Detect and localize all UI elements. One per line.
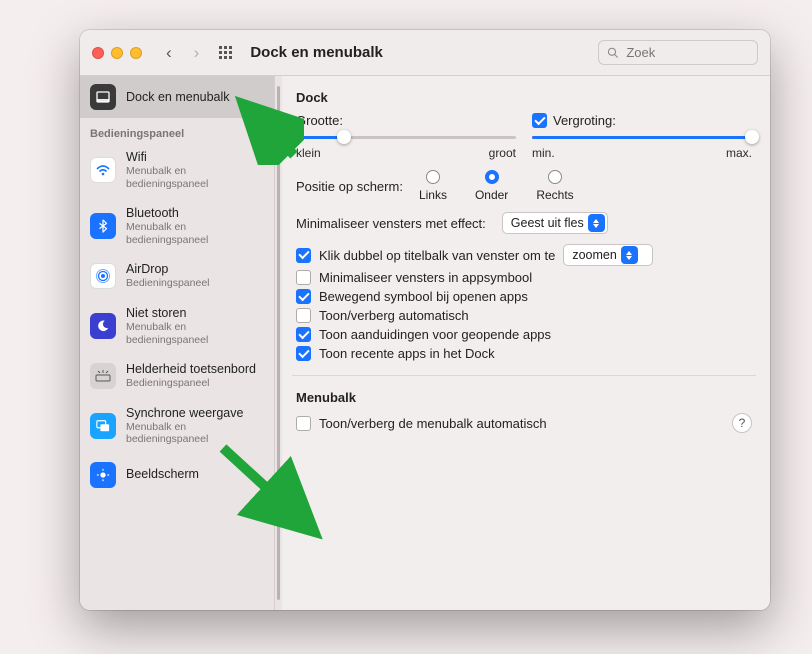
window-controls bbox=[92, 47, 142, 59]
forward-button[interactable]: › bbox=[188, 41, 206, 65]
search-field[interactable] bbox=[598, 40, 758, 65]
autohide-dock-checkbox[interactable] bbox=[296, 308, 311, 323]
size-slider[interactable] bbox=[296, 130, 516, 144]
sidebar-item-label: AirDrop bbox=[126, 262, 210, 277]
position-label: Positie op scherm: bbox=[296, 179, 403, 194]
sidebar-item-dnd[interactable]: Niet storen Menubalk en bedieningspaneel bbox=[80, 298, 274, 354]
content-area: Dock en menubalk Bedieningspaneel Wifi M… bbox=[80, 76, 770, 610]
section-divider bbox=[292, 375, 756, 376]
sidebar-item-keyboard-brightness[interactable]: Helderheid toetsenbord Bedieningspaneel bbox=[80, 354, 274, 398]
size-min-label: klein bbox=[296, 146, 321, 160]
sidebar-item-label: Wifi bbox=[126, 150, 264, 165]
radio-label: Links bbox=[419, 188, 447, 202]
magnification-label: Vergroting: bbox=[553, 113, 616, 128]
zoom-icon[interactable] bbox=[130, 47, 142, 59]
sidebar-item-label: Helderheid toetsenbord bbox=[126, 362, 256, 377]
search-icon bbox=[607, 46, 618, 59]
chevron-updown-icon bbox=[588, 214, 605, 232]
sidebar-item-sub: Bedieningspaneel bbox=[126, 377, 256, 390]
sidebar-item-label: Bluetooth bbox=[126, 206, 264, 221]
main-panel: Dock Grootte: klein groot Vergroting: bbox=[282, 76, 770, 610]
position-radio-right[interactable]: Rechts bbox=[536, 170, 573, 202]
back-button[interactable]: ‹ bbox=[160, 41, 178, 65]
moon-icon bbox=[90, 313, 116, 339]
autohide-menubar-checkbox[interactable] bbox=[296, 416, 311, 431]
display-icon bbox=[90, 462, 116, 488]
sidebar-item-sub: Menubalk en bedieningspaneel bbox=[126, 321, 264, 346]
sidebar-section-header: Bedieningspaneel bbox=[80, 118, 274, 142]
checkbox-label: Toon/verberg de menubalk automatisch bbox=[319, 416, 547, 431]
radio-label: Onder bbox=[475, 188, 508, 202]
sidebar[interactable]: Dock en menubalk Bedieningspaneel Wifi M… bbox=[80, 76, 275, 610]
minimize-icon[interactable] bbox=[111, 47, 123, 59]
mag-min-label: min. bbox=[532, 146, 555, 160]
magnification-checkbox[interactable] bbox=[532, 113, 547, 128]
checkbox-label: Bewegend symbool bij openen apps bbox=[319, 289, 528, 304]
sidebar-item-bluetooth[interactable]: Bluetooth Menubalk en bedieningspaneel bbox=[80, 198, 274, 254]
doubleclick-select[interactable]: zoomen bbox=[563, 244, 653, 266]
chevron-updown-icon bbox=[621, 246, 638, 264]
screen-mirroring-icon bbox=[90, 413, 116, 439]
menubar-section-title: Menubalk bbox=[296, 390, 752, 405]
bluetooth-icon bbox=[90, 213, 116, 239]
position-radio-bottom[interactable]: Onder bbox=[475, 170, 508, 202]
mag-max-label: max. bbox=[726, 146, 752, 160]
scrollbar[interactable] bbox=[275, 76, 282, 610]
show-all-icon[interactable] bbox=[215, 42, 236, 63]
select-value: Geest uit fles bbox=[511, 216, 584, 230]
animate-opening-checkbox[interactable] bbox=[296, 289, 311, 304]
sidebar-item-label: Niet storen bbox=[126, 306, 264, 321]
airdrop-icon bbox=[90, 263, 116, 289]
sidebar-item-sub: Menubalk en bedieningspaneel bbox=[126, 165, 264, 190]
minimize-effect-label: Minimaliseer vensters met effect: bbox=[296, 216, 486, 231]
minimize-into-app-checkbox[interactable] bbox=[296, 270, 311, 285]
show-indicators-checkbox[interactable] bbox=[296, 327, 311, 342]
doubleclick-checkbox[interactable] bbox=[296, 248, 311, 263]
title-bar: ‹ › Dock en menubalk bbox=[80, 30, 770, 76]
magnification-slider[interactable] bbox=[532, 130, 752, 144]
checkbox-label: Toon aanduidingen voor geopende apps bbox=[319, 327, 551, 342]
sidebar-item-label: Dock en menubalk bbox=[126, 90, 230, 105]
sidebar-item-airdrop[interactable]: AirDrop Bedieningspaneel bbox=[80, 254, 274, 298]
checkbox-label: Toon recente apps in het Dock bbox=[319, 346, 495, 361]
wifi-icon bbox=[90, 157, 116, 183]
position-radio-left[interactable]: Links bbox=[419, 170, 447, 202]
sidebar-item-sub: Bedieningspaneel bbox=[126, 277, 210, 290]
close-icon[interactable] bbox=[92, 47, 104, 59]
magnification-slider-block: Vergroting: min. max. bbox=[532, 113, 752, 160]
sidebar-item-label: Beeldscherm bbox=[126, 467, 199, 482]
sidebar-item-label: Synchrone weergave bbox=[126, 406, 264, 421]
dock-icon bbox=[90, 84, 116, 110]
preferences-window: ‹ › Dock en menubalk Dock en menubalk Be… bbox=[80, 30, 770, 610]
sidebar-item-dock-menubar[interactable]: Dock en menubalk bbox=[80, 76, 274, 118]
radio-label: Rechts bbox=[536, 188, 573, 202]
size-max-label: groot bbox=[489, 146, 516, 160]
help-button[interactable]: ? bbox=[732, 413, 752, 433]
sidebar-item-screen-mirroring[interactable]: Synchrone weergave Menubalk en bediening… bbox=[80, 398, 274, 454]
show-recent-apps-checkbox[interactable] bbox=[296, 346, 311, 361]
doubleclick-label: Klik dubbel op titelbalk van venster om … bbox=[319, 248, 555, 263]
dock-section-title: Dock bbox=[296, 90, 752, 105]
sidebar-item-wifi[interactable]: Wifi Menubalk en bedieningspaneel bbox=[80, 142, 274, 198]
window-title: Dock en menubalk bbox=[250, 44, 588, 61]
keyboard-brightness-icon bbox=[90, 363, 116, 389]
size-label: Grootte: bbox=[296, 113, 343, 128]
position-radio-group: Links Onder Rechts bbox=[419, 170, 574, 202]
select-value: zoomen bbox=[572, 248, 616, 262]
minimize-effect-select[interactable]: Geest uit fles bbox=[502, 212, 608, 234]
sidebar-item-display[interactable]: Beeldscherm bbox=[80, 454, 274, 496]
checkbox-label: Minimaliseer vensters in appsymbool bbox=[319, 270, 532, 285]
sidebar-item-sub: Menubalk en bedieningspaneel bbox=[126, 421, 264, 446]
size-slider-block: Grootte: klein groot bbox=[296, 113, 516, 160]
sidebar-item-sub: Menubalk en bedieningspaneel bbox=[126, 221, 264, 246]
checkbox-label: Toon/verberg automatisch bbox=[319, 308, 469, 323]
search-input[interactable] bbox=[624, 44, 749, 61]
